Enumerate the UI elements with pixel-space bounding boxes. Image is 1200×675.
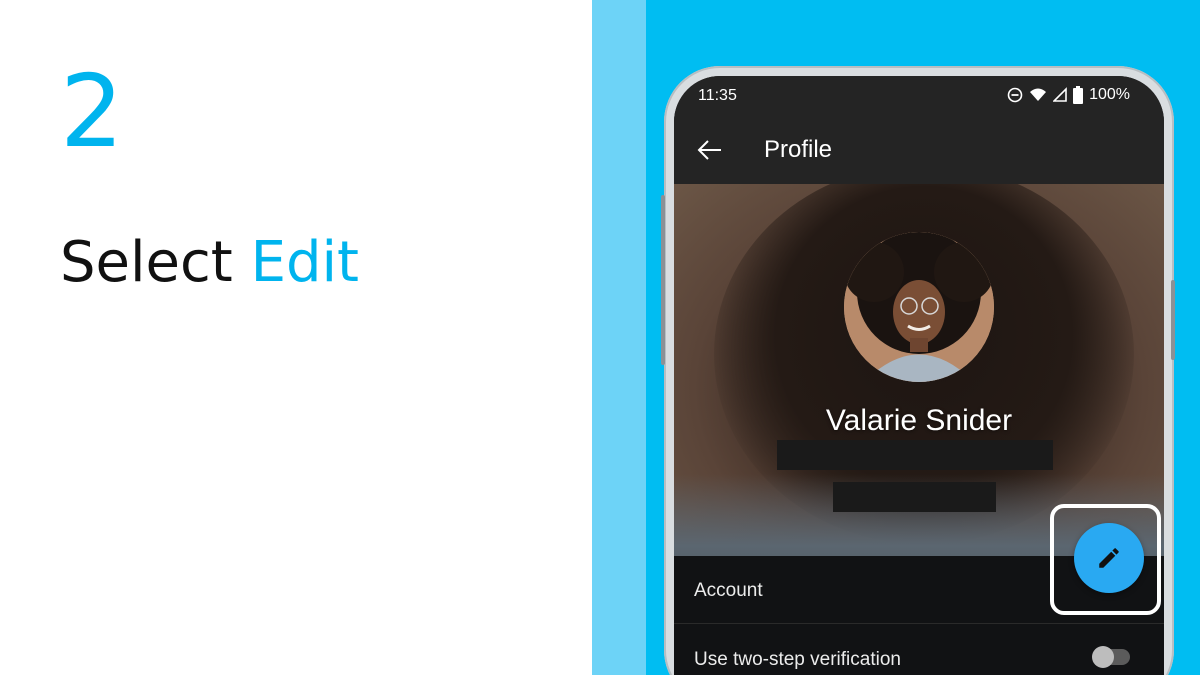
profile-name: Valarie Snider [825,404,1013,437]
step-number: 2 [60,53,124,170]
redacted-email [777,440,1053,470]
backdrop-stripe [592,0,646,675]
status-icons: 100% [1007,86,1130,104]
avatar[interactable] [844,232,994,382]
redacted-detail [833,482,996,512]
toggle-thumb [1092,646,1114,668]
page-title: Profile [764,136,833,163]
battery-icon [1073,86,1084,104]
two-step-verification-row[interactable]: Use two-step verification [674,625,1164,675]
do-not-disturb-icon [1007,87,1023,103]
status-time: 11:35 [698,87,737,104]
arrow-left-icon[interactable] [696,136,724,164]
edit-button[interactable] [1074,523,1144,593]
two-step-verification-label: Use two-step verification [694,649,901,670]
pencil-icon [1099,548,1119,568]
profile-header: Valarie Snider [674,184,1164,556]
avatar-image [844,232,994,382]
step-title-prefix: Select [60,230,251,295]
two-step-verification-toggle[interactable] [1092,646,1130,668]
app-bar: Profile [674,116,1164,184]
wifi-icon [1030,88,1047,101]
step-title-highlight: Edit [250,230,360,295]
account-label: Account [694,580,763,601]
step-title: Select Edit [60,232,359,294]
battery-percent: 100% [1089,86,1130,103]
status-bar: 11:35 100% [674,76,1164,116]
phone-side-button-left [661,195,665,365]
phone-side-button-right [1171,280,1175,360]
signal-icon [1053,87,1067,102]
